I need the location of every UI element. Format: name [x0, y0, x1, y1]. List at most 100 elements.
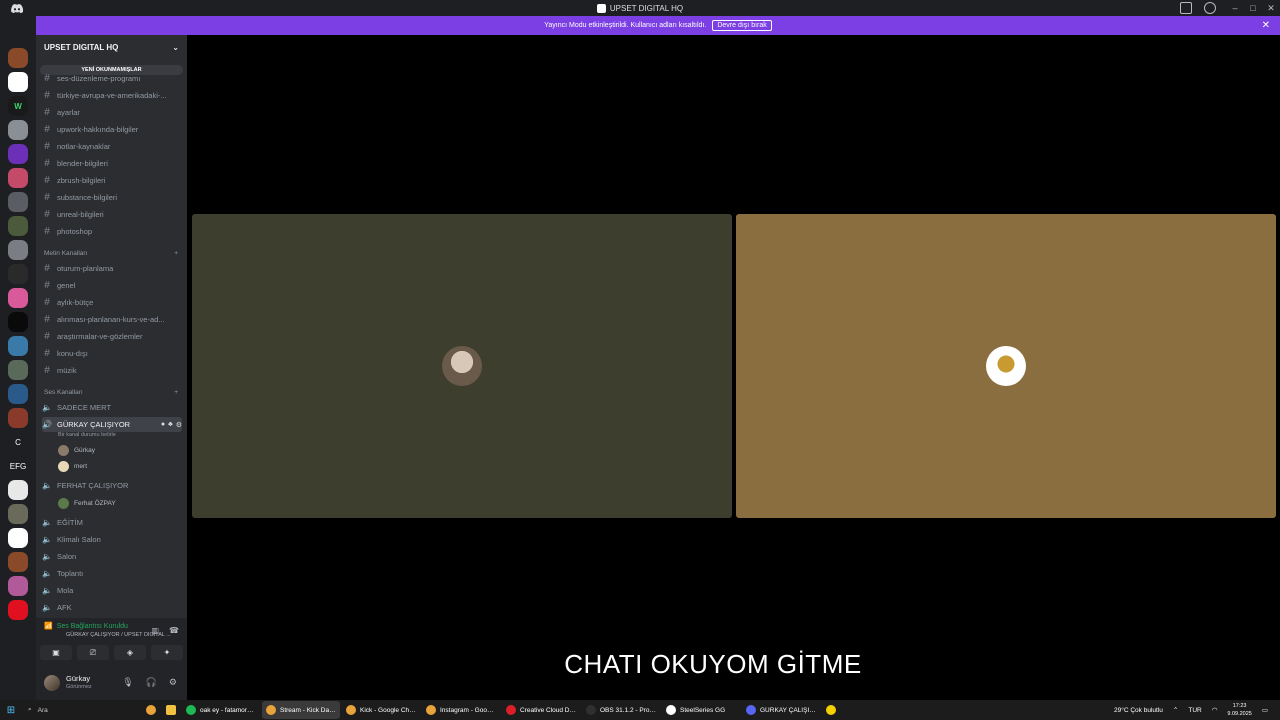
minimize-button[interactable]: –	[1226, 3, 1244, 13]
close-banner-icon[interactable]: ✕	[1262, 20, 1270, 31]
channel-item[interactable]: # photoshop	[42, 224, 182, 239]
channel-item[interactable]: # zbrush-bilgileri	[42, 173, 182, 188]
channel-item[interactable]: # araştırmalar-ve-gözlemler	[42, 329, 182, 344]
inbox-icon[interactable]	[1180, 2, 1192, 14]
avatar[interactable]	[44, 675, 60, 691]
chevron-up-icon[interactable]: ⌃	[1173, 706, 1178, 714]
noise-suppression-icon[interactable]: ▥	[151, 626, 159, 635]
server-icon-22[interactable]	[8, 600, 28, 620]
server-icon-12[interactable]	[8, 312, 28, 332]
channel-item[interactable]: # upwork-hakkında-bilgiler	[42, 122, 182, 137]
language-indicator[interactable]: TUR	[1188, 707, 1201, 714]
voice-channel-item[interactable]: 🔈 AFK	[42, 600, 182, 615]
add-channel-icon[interactable]: +	[174, 250, 178, 257]
maximize-button[interactable]: □	[1244, 3, 1262, 13]
server-icon-10[interactable]	[8, 264, 28, 284]
server-icon-9[interactable]	[8, 240, 28, 260]
server-icon-8[interactable]	[8, 216, 28, 236]
server-icon-1[interactable]	[8, 48, 28, 68]
server-icon-4[interactable]	[8, 120, 28, 140]
channel-item[interactable]: # konu-dışı	[42, 346, 182, 361]
taskbar-app[interactable]: GÜRKAY ÇALIŞIYO...	[742, 701, 820, 719]
discord-logo-icon[interactable]	[10, 2, 24, 14]
server-icon-19[interactable]	[8, 528, 28, 548]
username[interactable]: Gürkay	[66, 674, 90, 683]
voice-channel-item[interactable]: 🔈 Mola	[42, 583, 182, 598]
chrome-icon[interactable]	[142, 701, 160, 719]
participant-tile[interactable]	[736, 214, 1276, 518]
taskbar-app[interactable]: OBS 31.1.2 - Profil: ...	[582, 701, 660, 719]
notification-icon[interactable]: ▭	[1262, 706, 1268, 714]
channel-item[interactable]: # ses-düzenleme-programı	[42, 71, 182, 86]
channel-item[interactable]: # aylık-bütçe	[42, 295, 182, 310]
add-channel-icon[interactable]: +	[174, 389, 178, 396]
server-icon-18[interactable]	[8, 504, 28, 524]
server-icon-3[interactable]: W	[8, 96, 28, 116]
taskbar-search[interactable]: ⌕ Ara	[22, 702, 142, 718]
channel-item[interactable]: # müzik	[42, 363, 182, 378]
voice-channel-item[interactable]: 🔈 FERHAT ÇALIŞIYOR	[42, 478, 182, 493]
server-icon-14[interactable]	[8, 360, 28, 380]
channel-item[interactable]: # ayarlar	[42, 105, 182, 120]
taskbar-app[interactable]: Kick - Google Chro...	[342, 701, 420, 719]
taskbar-app[interactable]: Stream - Kick Dash...	[262, 701, 340, 719]
server-icon-16[interactable]	[8, 408, 28, 428]
voice-status[interactable]: Ses Bağlantısı Kuruldu	[57, 623, 128, 630]
taskbar-app[interactable]: Instagram - Google...	[422, 701, 500, 719]
windows-start-icon[interactable]: ⊞	[0, 700, 22, 720]
file-explorer-icon[interactable]	[162, 701, 180, 719]
channel-item[interactable]: # substance-bilgileri	[42, 190, 182, 205]
voice-channel-item-active[interactable]: 🔊 GÜRKAY ÇALIŞIYOR ● ♣ ⚙	[42, 417, 182, 432]
help-icon[interactable]	[1204, 2, 1216, 14]
server-icon-20[interactable]	[8, 552, 28, 572]
disable-streamer-mode-button[interactable]: Devre dışı bırak	[712, 20, 772, 31]
invite-icon[interactable]: ♣	[168, 421, 173, 429]
server-icon-13[interactable]	[8, 336, 28, 356]
headphones-icon[interactable]: 🎧	[146, 677, 157, 688]
server-icon-11[interactable]	[8, 288, 28, 308]
weather[interactable]: 29°C Çok bulutlu	[1114, 707, 1163, 714]
taskbar-app[interactable]: oak ey - fatamorga...	[182, 701, 260, 719]
voice-channel-item[interactable]: 🔈 Toplantı	[42, 566, 182, 581]
channel-item[interactable]: # oturum-planlama	[42, 261, 182, 276]
server-icon-2[interactable]	[8, 72, 28, 92]
server-icon-15[interactable]	[8, 384, 28, 404]
activity-button[interactable]: ◈	[114, 645, 146, 660]
disconnect-icon[interactable]: ☎	[169, 626, 179, 635]
close-window-button[interactable]: ✕	[1262, 3, 1280, 14]
gear-icon[interactable]: ⚙	[176, 421, 182, 429]
channel-item[interactable]: # türkiye-avrupa-ve-amerikadaki-...	[42, 88, 182, 103]
server-icon-6[interactable]	[8, 168, 28, 188]
taskbar-app[interactable]: Creative Cloud Des...	[502, 701, 580, 719]
gear-icon[interactable]: ⚙	[169, 677, 177, 688]
voice-channel-item[interactable]: 🔈 Klimalı Salon	[42, 532, 182, 547]
network-icon[interactable]: ◠	[1212, 706, 1218, 714]
server-icon-21[interactable]	[8, 576, 28, 596]
server-icon-7[interactable]	[8, 192, 28, 212]
microphone-icon[interactable]: 🎙	[122, 677, 133, 688]
taskbar-app[interactable]: SteelSeries GG	[662, 701, 740, 719]
chat-icon[interactable]: ●	[161, 421, 165, 429]
channel-item[interactable]: # notlar-kaynaklar	[42, 139, 182, 154]
voice-channel-item[interactable]: 🔈 EĞİTİM	[42, 515, 182, 530]
clock[interactable]: 17:23 9.09.2025	[1227, 702, 1251, 718]
voice-member[interactable]: mert	[58, 461, 87, 472]
participant-tile[interactable]	[192, 214, 732, 518]
channel-item[interactable]: # unreal-bilgileri	[42, 207, 182, 222]
screen-share-button[interactable]: ⎚	[77, 645, 109, 660]
soundboard-button[interactable]: ✦	[151, 645, 183, 660]
camera-off-button[interactable]: ▣	[40, 645, 72, 660]
channel-item[interactable]: # genel	[42, 278, 182, 293]
category-voice-channels[interactable]: Ses Kanalları +	[44, 389, 178, 396]
server-icon-c[interactable]: C	[8, 432, 28, 452]
server-icon-17[interactable]	[8, 480, 28, 500]
category-text-channels[interactable]: Metin Kanalları +	[44, 250, 178, 257]
server-header[interactable]: UPSET DIGITAL HQ ⌄	[36, 35, 187, 59]
channel-item[interactable]: # alınması-planlanan-kurs-ve-ad...	[42, 312, 182, 327]
app-icon[interactable]	[822, 701, 840, 719]
channel-status-text[interactable]: Bir kanal durumu belirle	[58, 432, 116, 438]
channel-item[interactable]: # blender-bilgileri	[42, 156, 182, 171]
server-icon-5[interactable]	[8, 144, 28, 164]
voice-channel-item[interactable]: 🔈 SADECE MERT	[42, 400, 182, 415]
voice-member[interactable]: Ferhat ÖZPAY	[58, 498, 116, 509]
